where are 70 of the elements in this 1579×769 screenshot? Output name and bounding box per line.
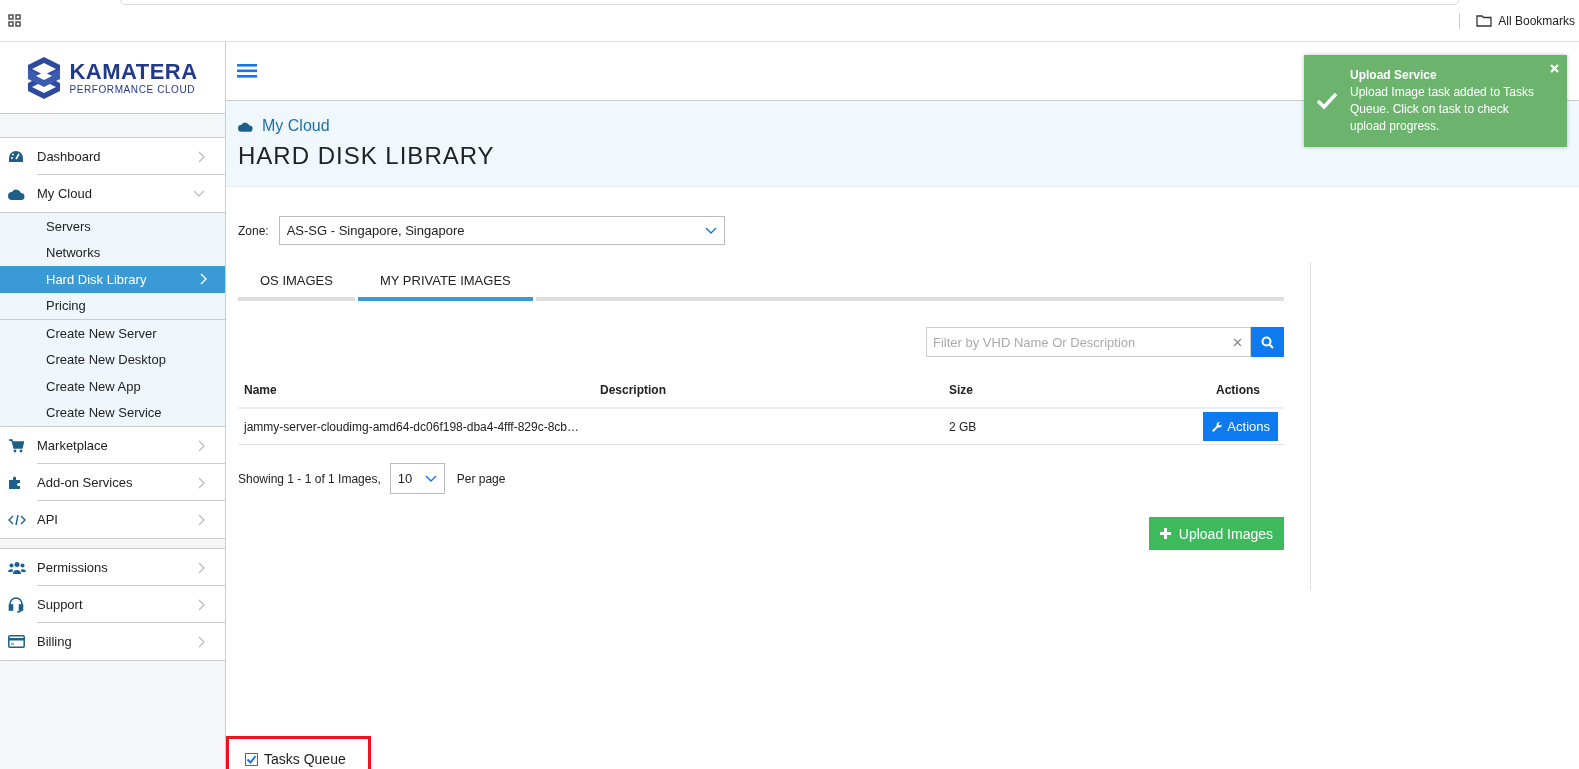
chevron-right-icon (198, 635, 205, 648)
chevron-down-icon (193, 190, 205, 197)
sidebar-item[interactable]: Add-on Services (0, 464, 225, 501)
submenu-item[interactable]: Create New Service (0, 399, 225, 426)
per-page-dropdown[interactable]: 10 (389, 463, 445, 494)
column-header: Size (948, 382, 974, 397)
submenu-item[interactable]: Create New App (0, 373, 225, 400)
table-cell-text: jammy-server-cloudimg-amd64-dc06f198-dba4-4fff-829c-8cb… (242, 419, 581, 434)
close-icon[interactable] (1550, 64, 1559, 73)
submenu-item[interactable]: Networks (0, 239, 225, 266)
apps-icon[interactable] (8, 14, 21, 27)
wrench-icon (1211, 420, 1224, 433)
submenu-item[interactable]: Servers (0, 213, 225, 240)
clear-icon[interactable] (1233, 338, 1242, 347)
per-page-label: Per page (456, 471, 506, 486)
code-icon (8, 513, 26, 526)
chevron-right-icon (198, 513, 205, 526)
submenu-item[interactable]: Create New Desktop (0, 346, 225, 373)
chevron-right-icon (200, 273, 207, 286)
column-header: Actions (1215, 382, 1261, 397)
actions-button[interactable]: Actions (1203, 412, 1278, 441)
submenu-item[interactable]: Create New Server (0, 320, 225, 347)
credit-card-icon (8, 635, 25, 648)
sidebar-item[interactable]: API (0, 501, 225, 538)
folder-icon (1476, 14, 1493, 27)
zone-label: Zone: (238, 223, 269, 238)
headset-icon (8, 596, 24, 613)
chevron-right-icon (198, 561, 205, 574)
cloud-icon (8, 187, 25, 200)
sidebar-item[interactable]: Billing (0, 623, 225, 660)
table-cell-text: 2 GB (948, 419, 978, 434)
search-icon (1261, 335, 1274, 349)
breadcrumb-link[interactable]: My Cloud (262, 117, 330, 135)
sidebar-item[interactable]: Dashboard (0, 138, 225, 175)
chevron-right-icon (198, 598, 205, 611)
sidebar-item[interactable]: Permissions (0, 549, 225, 586)
pagination-summary: Showing 1 - 1 of 1 Images, (238, 471, 381, 486)
search-button[interactable] (1251, 327, 1284, 357)
toast-title: Upload Service (1350, 67, 1438, 84)
gauge-icon (8, 150, 24, 163)
chevron-down-icon (704, 227, 717, 234)
column-header: Name (243, 382, 278, 397)
toast-message: Upload Image task added to Tasks Queue. Click on task to check upload progress. (1350, 85, 1534, 133)
plus-icon (1159, 528, 1171, 539)
sidebar-item[interactable]: Support (0, 586, 225, 623)
sidebar-item[interactable]: My Cloud (0, 175, 225, 212)
puzzle-icon (8, 475, 23, 490)
checkbox[interactable] (245, 752, 258, 766)
tab[interactable]: MY PRIVATE IMAGES (357, 261, 533, 301)
filter-field[interactable]: Filter by VHD Name Or Description (926, 327, 1251, 357)
cart-icon (8, 438, 24, 453)
zone-dropdown[interactable]: AS-SG - Singapore, Singapore (278, 216, 725, 245)
menu-icon[interactable] (237, 64, 257, 78)
logo-name: KAMATERA (69, 60, 198, 84)
chevron-right-icon (198, 476, 205, 489)
cloud-icon (238, 120, 253, 132)
chevron-down-icon (424, 475, 437, 482)
tab[interactable]: OS IMAGES (238, 261, 355, 301)
sidebar-item[interactable]: Marketplace (0, 427, 225, 464)
chevron-right-icon (198, 150, 205, 163)
users-icon (8, 560, 26, 575)
chevron-right-icon (198, 439, 205, 452)
checkmark-icon (1316, 92, 1338, 110)
column-header: Description (599, 382, 667, 397)
tasks-queue-tab[interactable]: Tasks Queue (226, 736, 371, 769)
logo-tagline: PERFORMANCE CLOUD (69, 84, 197, 95)
submenu-item[interactable]: Pricing (0, 292, 225, 319)
all-bookmarks-link[interactable]: All Bookmarks (1498, 13, 1575, 28)
page-title: HARD DISK LIBRARY (238, 142, 496, 170)
logo-icon (27, 55, 62, 100)
